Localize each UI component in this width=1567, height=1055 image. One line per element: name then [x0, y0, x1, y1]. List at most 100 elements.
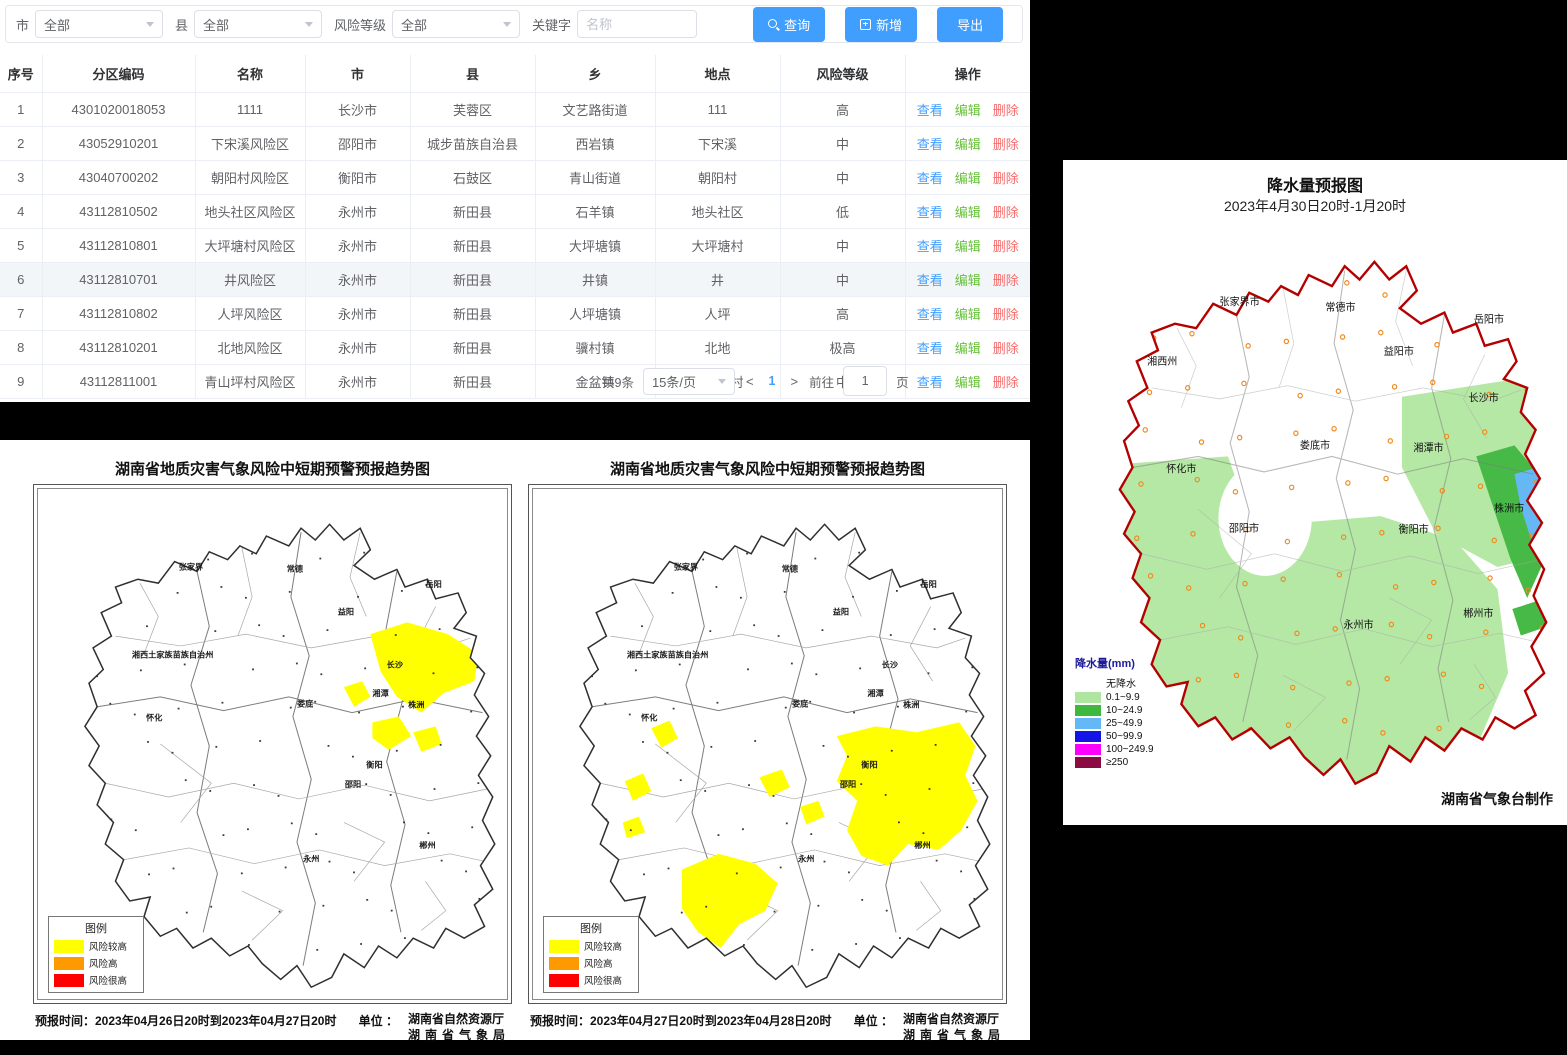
delete-link[interactable]: 删除: [993, 273, 1019, 288]
legend-item: 风险很高: [54, 973, 138, 987]
keyword-input[interactable]: [577, 10, 697, 38]
station-marker: [1192, 732, 1196, 736]
county-seat-dot: [291, 822, 293, 824]
trend-map-2: 湖南省地质灾害气象风险中短期预警预报趋势图: [528, 458, 1007, 1043]
delete-link[interactable]: 删除: [993, 137, 1019, 152]
export-button[interactable]: 导出: [937, 7, 1003, 42]
next-page-button[interactable]: >: [789, 374, 801, 389]
table-cell-code: 43112810701: [42, 263, 195, 297]
station-marker: [1531, 734, 1535, 738]
view-link[interactable]: 查看: [917, 171, 943, 186]
county-seat-dot: [668, 868, 670, 870]
county-select[interactable]: 全部: [194, 10, 322, 38]
view-link[interactable]: 查看: [917, 307, 943, 322]
table-column-header: 地点: [655, 55, 780, 93]
station-marker: [1244, 782, 1248, 786]
table-cell-actions: 查看编辑删除: [905, 161, 1030, 195]
view-link[interactable]: 查看: [917, 341, 943, 356]
county-seat-dot: [746, 553, 748, 555]
legend-item: 10~24.9: [1075, 705, 1154, 716]
map-city-label: 常德: [287, 564, 303, 574]
county-seat-dot: [718, 834, 720, 836]
delete-link[interactable]: 删除: [993, 205, 1019, 220]
view-link[interactable]: 查看: [917, 137, 943, 152]
legend-label: 0.1~9.9: [1106, 692, 1140, 703]
map-city-label: 永州: [302, 854, 319, 864]
edit-link[interactable]: 编辑: [955, 341, 981, 356]
county-seat-dot: [861, 899, 863, 901]
county-seat-dot: [821, 514, 823, 516]
search-button[interactable]: 查询: [753, 7, 825, 42]
plus-square-icon: [860, 19, 871, 30]
edit-link[interactable]: 编辑: [955, 273, 981, 288]
county-seat-dot: [699, 950, 701, 952]
precip-map-subtitle: 2023年4月30日20时-1月20时: [1063, 196, 1567, 216]
county-seat-dot: [97, 791, 99, 793]
station-marker: [1529, 334, 1533, 338]
delete-link[interactable]: 删除: [993, 171, 1019, 186]
county-seat-dot: [680, 779, 682, 781]
risk-level-filter-label: 风险等级: [334, 15, 386, 34]
county-seat-dot: [403, 821, 405, 823]
county-seat-dot: [463, 622, 465, 624]
county-seat-dot: [667, 752, 669, 754]
edit-link[interactable]: 编辑: [955, 239, 981, 254]
jump-label: 前往: [809, 372, 834, 391]
delete-link[interactable]: 删除: [993, 307, 1019, 322]
edit-link[interactable]: 编辑: [955, 375, 981, 390]
map-city-label: 衡阳市: [1399, 523, 1429, 536]
city-select[interactable]: 全部: [35, 10, 163, 38]
view-link[interactable]: 查看: [917, 375, 943, 390]
edit-link[interactable]: 编辑: [955, 137, 981, 152]
edit-link[interactable]: 编辑: [955, 205, 981, 220]
table-cell-actions: 查看编辑删除: [905, 331, 1030, 365]
prev-page-button[interactable]: <: [744, 374, 756, 389]
view-link[interactable]: 查看: [917, 103, 943, 118]
unit-org-1: 湖南省自然资源厅: [408, 1012, 510, 1028]
legend-swatch: [54, 974, 84, 987]
county-seat-dot: [353, 872, 355, 874]
county-seat-dot: [568, 780, 570, 782]
trend-map-2-legend: 图例 风险较高风险高风险很高: [543, 916, 639, 993]
county-seat-dot: [885, 794, 887, 796]
county-seat-dot: [440, 744, 442, 746]
table-row: 643112810701井风险区永州市新田县井镇井中查看编辑删除: [0, 263, 1030, 297]
add-button[interactable]: 新增: [845, 7, 917, 42]
edit-link[interactable]: 编辑: [955, 171, 981, 186]
risk-level-select-value: 全部: [401, 15, 427, 34]
table-cell-code: 43112810201: [42, 331, 195, 365]
station-marker: [1538, 242, 1542, 246]
county-seat-dot: [477, 782, 479, 784]
delete-link[interactable]: 删除: [993, 239, 1019, 254]
county-seat-dot: [922, 832, 924, 834]
table-cell-index: 4: [0, 195, 42, 229]
county-seat-dot: [702, 559, 704, 561]
view-link[interactable]: 查看: [917, 239, 943, 254]
county-seat-dot: [71, 549, 73, 551]
station-marker: [1095, 340, 1099, 344]
page-number-1[interactable]: 1: [765, 374, 780, 388]
county-seat-dot: [928, 672, 930, 674]
map-city-label: 永州: [797, 854, 814, 864]
map-city-label: 长沙: [387, 660, 403, 670]
station-marker: [1288, 285, 1292, 289]
delete-link[interactable]: 删除: [993, 341, 1019, 356]
jump-page-input[interactable]: [843, 366, 887, 396]
table-cell-risk: 中: [780, 263, 905, 297]
delete-link[interactable]: 删除: [993, 103, 1019, 118]
county-seat-dot: [109, 703, 111, 705]
risk-level-select[interactable]: 全部: [392, 10, 520, 38]
table-row: 343040700202朝阳村风险区衡阳市石鼓区青山街道朝阳村中查看编辑删除: [0, 161, 1030, 195]
edit-link[interactable]: 编辑: [955, 103, 981, 118]
delete-link[interactable]: 删除: [993, 375, 1019, 390]
county-seat-dot: [98, 907, 100, 909]
table-cell-city: 永州市: [305, 195, 410, 229]
edit-link[interactable]: 编辑: [955, 307, 981, 322]
table-cell-place: 北地: [655, 331, 780, 365]
view-link[interactable]: 查看: [917, 273, 943, 288]
table-cell-risk: 中: [780, 161, 905, 195]
station-marker: [1443, 234, 1447, 238]
table-cell-city: 永州市: [305, 229, 410, 263]
page-size-select[interactable]: 15条/页: [643, 368, 735, 395]
view-link[interactable]: 查看: [917, 205, 943, 220]
